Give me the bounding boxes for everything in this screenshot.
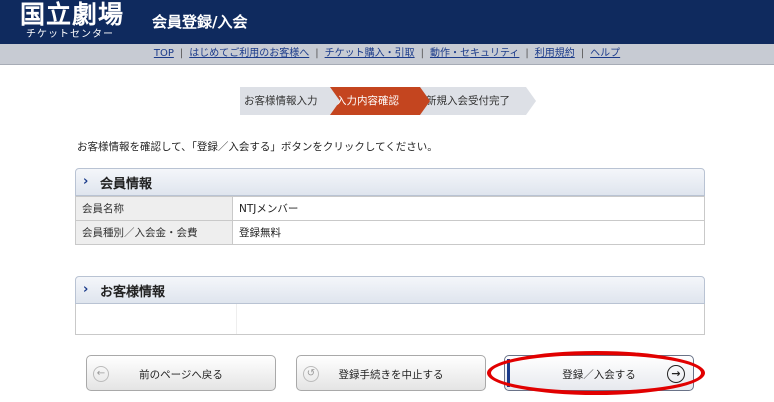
step-arrow-icon (526, 87, 536, 115)
table-row: 会員種別／入会金・会費 登録無料 (75, 220, 705, 245)
nav-link-first-time[interactable]: はじめてご利用のお客様へ (189, 48, 309, 59)
instruction-text: お客様情報を確認して、「登録／入会する」ボタンをクリックしてください。 (77, 141, 438, 153)
step-customer-input: お客様情報入力 (240, 87, 340, 115)
button-label: 前のページへ戻る (139, 369, 223, 381)
progress-steps: お客様情報入力 入力内容確認 新規入会受付完了 (240, 87, 536, 115)
row-label: 会員種別／入会金・会費 (75, 220, 233, 245)
nav-separator: | (525, 48, 529, 59)
step-label: お客様情報入力 (244, 95, 318, 107)
customer-info-header: › お客様情報 (75, 276, 705, 304)
customer-info-body (75, 304, 705, 335)
step-confirm: 入力内容確認 (330, 87, 430, 115)
step-complete: 新規入会受付完了 (420, 87, 536, 115)
nav-link-terms[interactable]: 利用規約 (535, 48, 575, 59)
nav-link-security[interactable]: 動作・セキュリティ (430, 48, 519, 59)
register-button[interactable]: 登録／入会する → (504, 355, 694, 391)
step-arrow-icon (420, 87, 430, 115)
step-arrow-icon (330, 87, 340, 115)
nav-link-tickets[interactable]: チケット購入・引取 (325, 48, 415, 59)
logo-title[interactable]: 国立劇場 (20, 1, 124, 29)
step-label: 入力内容確認 (336, 95, 399, 107)
back-button[interactable]: ← 前のページへ戻る (86, 355, 276, 391)
nav-link-top[interactable]: TOP (154, 48, 174, 59)
row-label: 会員名称 (75, 196, 233, 221)
logo-subtitle: チケットセンター (26, 29, 114, 40)
nav-separator: | (420, 48, 424, 59)
row-value: 登録無料 (232, 220, 705, 245)
section-title: お客様情報 (100, 285, 166, 300)
chevron-right-icon: › (83, 174, 89, 189)
table-row: 会員名称 NTJメンバー (75, 196, 705, 221)
nav-separator: | (315, 48, 319, 59)
page-title: 会員登録/入会 (152, 13, 248, 31)
arrow-right-circle-icon: → (667, 365, 685, 383)
button-label: 登録手続きを中止する (338, 369, 444, 381)
site-header: 国立劇場 チケットセンター 会員登録/入会 (0, 0, 774, 44)
nav-separator: | (580, 48, 585, 59)
row-value: NTJメンバー (232, 196, 705, 221)
step-label: 新規入会受付完了 (426, 95, 510, 107)
cancel-registration-button[interactable]: ↺ 登録手続きを中止する (296, 355, 486, 391)
nav-separator: | (179, 48, 184, 59)
button-label: 登録／入会する (562, 369, 636, 381)
section-title: 会員情報 (100, 177, 153, 192)
top-nav: TOP | はじめてご利用のお客様へ | チケット購入・引取 | 動作・セキュリティ | 利用規… (0, 44, 774, 65)
customer-info-cell (76, 304, 237, 334)
chevron-right-icon: › (83, 282, 89, 297)
nav-link-help[interactable]: ヘルプ (590, 48, 620, 59)
member-info-table: 会員名称 NTJメンバー 会員種別／入会金・会費 登録無料 (75, 196, 705, 245)
member-info-header: › 会員情報 (75, 168, 705, 196)
